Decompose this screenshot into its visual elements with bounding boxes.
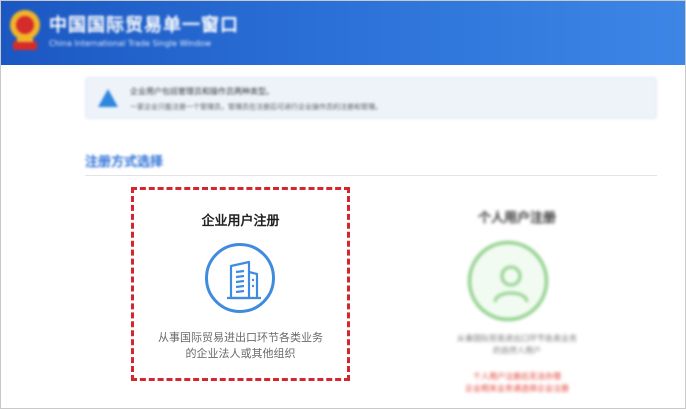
section-divider	[85, 175, 657, 176]
registration-page: 中国国际贸易单一窗口 China International Trade Sin…	[0, 0, 686, 409]
site-title[interactable]: 中国国际贸易单一窗口	[49, 11, 239, 37]
enterprise-icon-circle[interactable]	[205, 243, 275, 313]
section-title: 注册方式选择	[85, 155, 164, 170]
user-icon	[493, 265, 529, 303]
personal-card-description-line2: 的自然人用户	[493, 346, 541, 355]
personal-registration-card[interactable]: 个人用户注册 从事国际贸易进出口环节各类业务 的自然人用户 个人用户注册后无法办…	[407, 191, 627, 393]
personal-card-title: 个人用户注册	[477, 211, 556, 226]
enterprise-card-description-line2: 的企业法人或其他组织	[185, 347, 296, 360]
building-icon	[227, 260, 261, 300]
personal-icon-circle[interactable]	[468, 241, 548, 321]
personal-card-warning-line2: 企业相关业务请选择企业注册	[465, 384, 569, 393]
national-emblem-logo-icon[interactable]	[7, 7, 43, 53]
enterprise-card-description-line1: 从事国际贸易进出口环节各类业务	[158, 331, 323, 344]
warning-triangle-icon	[98, 89, 118, 107]
enterprise-card-title: 企业用户注册	[201, 214, 280, 229]
notice-text-line2: 一家企业只能注册一个管理员，管理员在注册后可进行企业操作员的注册和管理。	[130, 103, 382, 111]
notice-text-line1: 企业用户包括管理员和操作员两种类型。	[130, 87, 274, 96]
site-header: 中国国际贸易单一窗口 China International Trade Sin…	[1, 1, 685, 65]
enterprise-registration-card[interactable]: 企业用户注册 从事国际贸易进出口环节各类业务 的企业法人或其他组织	[131, 187, 350, 381]
site-subtitle: China International Trade Single Window	[49, 39, 212, 48]
notice-banner: 企业用户包括管理员和操作员两种类型。 一家企业只能注册一个管理员，管理员在注册后…	[85, 77, 657, 119]
